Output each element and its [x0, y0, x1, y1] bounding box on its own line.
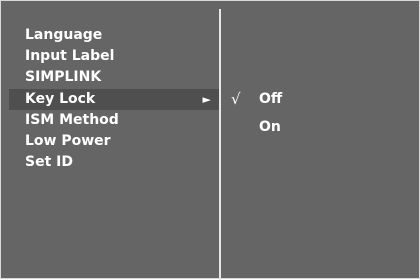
option-off[interactable]: √ Off: [221, 89, 420, 110]
menu-item-label: SIMPLINK: [25, 69, 102, 85]
osd-menu-panel: Language Input Label SIMPLINK Key Lock ►…: [0, 0, 420, 280]
menu-item-label: Language: [25, 27, 103, 43]
menu-item-label: Low Power: [25, 133, 111, 149]
option-label: On: [259, 119, 281, 135]
submenu-arrow-icon: ►: [202, 93, 211, 106]
option-on[interactable]: On: [221, 117, 420, 138]
menu-item-language[interactable]: Language: [9, 25, 219, 46]
menu-item-label: Key Lock: [25, 91, 96, 107]
menu-item-label: ISM Method: [25, 112, 119, 128]
menu-item-simplink[interactable]: SIMPLINK: [9, 67, 219, 88]
menu-item-key-lock[interactable]: Key Lock ►: [9, 89, 219, 110]
menu-item-low-power[interactable]: Low Power: [9, 131, 219, 152]
option-label: Off: [259, 91, 283, 107]
menu-item-set-id[interactable]: Set ID: [9, 152, 219, 173]
menu-item-input-label[interactable]: Input Label: [9, 46, 219, 67]
panel-divider: [219, 9, 221, 280]
check-mark-icon: √: [231, 90, 241, 108]
menu-item-label: Input Label: [25, 48, 115, 64]
menu-item-ism-method[interactable]: ISM Method: [9, 110, 219, 131]
menu-item-label: Set ID: [25, 154, 73, 170]
